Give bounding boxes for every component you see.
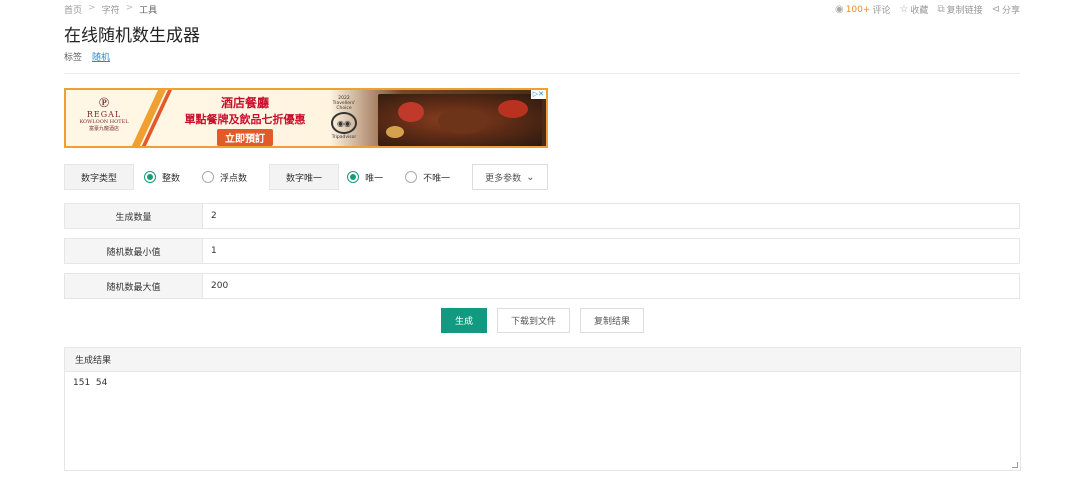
breadcrumb-home[interactable]: 首页 xyxy=(64,3,82,16)
copy-link-icon: ⧉ xyxy=(937,3,945,15)
copy-link-label: 复制链接 xyxy=(946,6,983,16)
max-input[interactable] xyxy=(203,274,1019,298)
unique-label: 数字唯一 xyxy=(269,164,340,190)
ad-cta-button[interactable]: 立即預訂 xyxy=(217,129,273,146)
radio-unique[interactable]: 唯一 xyxy=(347,171,383,184)
page-title: 在线随机数生成器 xyxy=(64,26,200,46)
radio-unchecked-icon xyxy=(405,171,418,183)
more-params-button[interactable]: 更多参数 ⌄ xyxy=(472,164,548,190)
tripadvisor-award: 2022 Travellers' Choice ◉◉ Tripadvisor xyxy=(324,96,364,140)
max-label: 随机数最大值 xyxy=(65,274,203,298)
radio-unique-label: 唯一 xyxy=(365,173,384,184)
breadcrumb-separator: > xyxy=(88,3,96,13)
star-icon: ☆ xyxy=(899,3,909,15)
more-params-label: 更多参数 xyxy=(485,173,522,184)
action-buttons: 生成 下载到文件 复制结果 xyxy=(441,308,645,333)
share-icon: ⊲ xyxy=(991,3,1000,15)
ad-line2: 單點餐牌及飲品七折優惠 xyxy=(184,113,306,126)
breadcrumb-separator: > xyxy=(125,3,134,13)
breadcrumb-chars[interactable]: 字符 xyxy=(102,3,120,16)
number-type-label: 数字类型 xyxy=(64,164,135,190)
comments-action[interactable]: ◉ 100+ 评论 xyxy=(835,3,890,16)
radio-unchecked-icon xyxy=(202,171,215,183)
page-actions: ◉ 100+ 评论 ☆ 收藏 ⧉ 复制链接 ⊲ 分享 xyxy=(835,3,1020,16)
copy-result-button[interactable]: 复制结果 xyxy=(580,308,645,333)
comments-count: 100+ xyxy=(845,4,871,15)
ad-banner[interactable]: ℗ REGAL KOWLOON HOTEL 富豪九龍酒店 酒店餐廳 單點餐牌及飲… xyxy=(64,88,548,148)
award-line2: Choice xyxy=(336,106,352,111)
radio-not-unique[interactable]: 不唯一 xyxy=(405,171,450,184)
min-input[interactable] xyxy=(203,239,1019,263)
result-header: 生成结果 xyxy=(65,348,1020,372)
favorite-label: 收藏 xyxy=(910,6,929,16)
hotel-brand: REGAL xyxy=(86,110,122,119)
max-row: 随机数最大值 xyxy=(64,273,1020,299)
share-action[interactable]: ⊲ 分享 xyxy=(992,3,1020,16)
food-photo xyxy=(378,94,542,146)
options-row: 数字类型 整数 浮点数 数字唯一 唯一 不唯一 更多参数 ⌄ xyxy=(64,164,548,190)
divider xyxy=(64,73,1020,74)
download-button[interactable]: 下载到文件 xyxy=(497,308,571,333)
radio-float-label: 浮点数 xyxy=(220,173,248,184)
radio-checked-icon xyxy=(347,171,360,183)
generate-button[interactable]: 生成 xyxy=(441,308,488,333)
breadcrumb: 首页 > 字符 > 工具 xyxy=(64,3,157,16)
copy-link-action[interactable]: ⧉ 复制链接 xyxy=(937,3,982,16)
min-label: 随机数最小值 xyxy=(65,239,203,263)
ad-headline: 酒店餐廳 單點餐牌及飲品七折優惠 立即預訂 xyxy=(170,94,320,146)
food-garnish xyxy=(386,126,404,138)
hotel-brand-cn: 富豪九龍酒店 xyxy=(88,126,119,132)
radio-not-unique-label: 不唯一 xyxy=(423,173,451,184)
tags-label: 标签 xyxy=(64,53,83,63)
radio-checked-icon xyxy=(144,171,157,183)
radio-float[interactable]: 浮点数 xyxy=(202,171,247,184)
min-row: 随机数最小值 xyxy=(64,238,1020,264)
count-row: 生成数量 xyxy=(64,203,1020,229)
food-tomato xyxy=(398,102,424,122)
radio-integer-label: 整数 xyxy=(162,173,181,184)
count-input[interactable] xyxy=(203,204,1019,228)
comments-label: 评论 xyxy=(872,6,891,16)
eye-icon: ◉ xyxy=(834,3,844,15)
hotel-logo-mark-icon: ℗ xyxy=(98,95,110,111)
breadcrumb-tools[interactable]: 工具 xyxy=(139,3,157,16)
radio-integer[interactable]: 整数 xyxy=(144,171,180,184)
tag-random[interactable]: 随机 xyxy=(92,50,110,63)
count-label: 生成数量 xyxy=(65,204,203,228)
resize-grip-icon[interactable] xyxy=(1012,462,1018,468)
share-label: 分享 xyxy=(1001,6,1020,16)
food-pot xyxy=(498,100,528,118)
ad-close-icon[interactable]: ▷✕ xyxy=(530,90,546,99)
owl-icon: ◉◉ xyxy=(331,112,357,134)
hotel-logo: ℗ REGAL KOWLOON HOTEL 富豪九龍酒店 xyxy=(72,96,136,132)
award-org: Tripadvisor xyxy=(331,135,357,140)
chevron-down-icon: ⌄ xyxy=(526,171,535,183)
favorite-action[interactable]: ☆ 收藏 xyxy=(899,3,928,16)
result-panel: 生成结果 151 54 xyxy=(64,347,1021,471)
result-textarea[interactable]: 151 54 xyxy=(65,372,1020,470)
ad-line1: 酒店餐廳 xyxy=(220,96,269,110)
food-steak xyxy=(438,108,488,134)
tags: 标签 随机 xyxy=(64,50,110,63)
